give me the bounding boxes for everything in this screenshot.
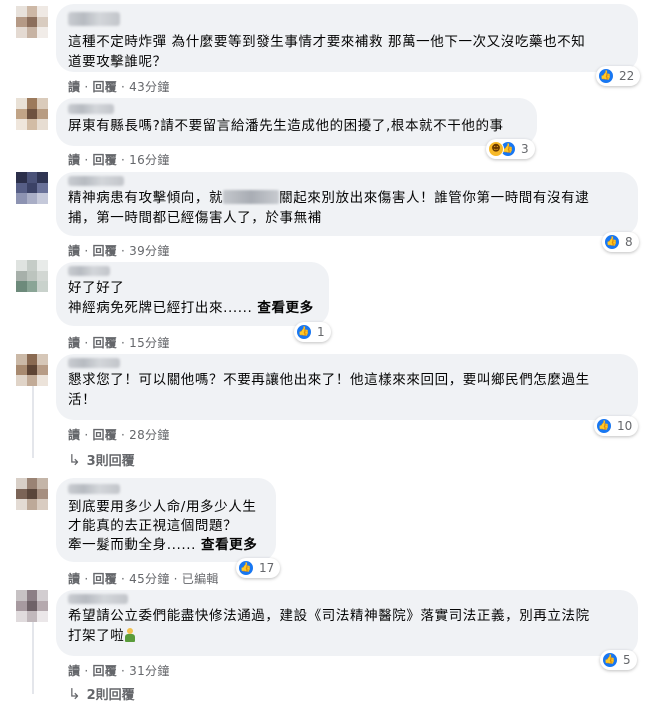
- avatar[interactable]: [16, 6, 48, 38]
- author-name-redacted[interactable]: [68, 266, 110, 276]
- comment-bubble: 這種不定時炸彈 為什麼要等到發生事情才要來補救 那萬一他下一次又沒吃藥也不知 道…: [56, 4, 638, 72]
- like-icon: 👍: [598, 68, 614, 84]
- comment-text: 到底要用多少人命/用多少人生 才能真的去正視這個問題？ 牽一髮而動全身.....…: [68, 499, 258, 553]
- person-emoji-icon: [124, 628, 136, 642]
- reaction-count[interactable]: 👍 17: [236, 558, 281, 578]
- comment-actions: 讀 · 回覆 · 31分鐘: [68, 664, 170, 678]
- comment-bubble: 希望請公立委們能盡快修法通過，建設《司法精神醫院》落實司法正義，別再立法院 打架…: [56, 590, 638, 656]
- comment-bubble: 懇求您了！可以關他嗎？不要再讓他出來了！他這樣來來回回，要叫鄉民們怎麼過生 活！: [56, 354, 638, 420]
- like-icon: 👍: [602, 652, 618, 668]
- comment-actions: 讀 · 回覆 · 16分鐘: [68, 153, 170, 167]
- read-link[interactable]: 讀: [68, 572, 80, 586]
- redacted-name: [223, 190, 280, 204]
- reaction-count[interactable]: 👍 1: [294, 322, 331, 342]
- read-link[interactable]: 讀: [68, 153, 80, 167]
- comment-bubble: 屏東有縣長嗎?請不要留言給潘先生造成他的困擾了,根本就不干他的事: [56, 98, 537, 146]
- reply-link[interactable]: 回覆: [92, 80, 117, 94]
- read-link[interactable]: 讀: [68, 80, 80, 94]
- timestamp[interactable]: 15分鐘: [129, 336, 169, 350]
- read-link[interactable]: 讀: [68, 244, 80, 258]
- reaction-count[interactable]: 👍 5: [600, 650, 637, 670]
- reaction-count[interactable]: 👍 10: [594, 416, 639, 436]
- like-icon: 👍: [296, 324, 312, 340]
- avatar[interactable]: [16, 172, 48, 204]
- read-link[interactable]: 讀: [68, 664, 80, 678]
- comment-actions: 讀 · 回覆 · 15分鐘: [68, 336, 170, 350]
- author-name-redacted[interactable]: [68, 176, 124, 186]
- author-name-redacted[interactable]: [68, 358, 120, 368]
- avatar[interactable]: [16, 590, 48, 622]
- comment-actions: 讀 · 回覆 · 39分鐘: [68, 244, 170, 258]
- author-name-redacted[interactable]: [68, 104, 114, 114]
- reply-link[interactable]: 回覆: [92, 664, 117, 678]
- view-replies-link[interactable]: ↳ 3則回覆: [68, 450, 135, 470]
- reply-link[interactable]: 回覆: [92, 244, 117, 258]
- comment-text: 屏東有縣長嗎?請不要留言給潘先生造成他的困擾了,根本就不干他的事: [68, 118, 504, 134]
- author-name-redacted[interactable]: [68, 484, 120, 494]
- timestamp[interactable]: 43分鐘: [129, 80, 169, 94]
- avatar[interactable]: [16, 354, 48, 386]
- reaction-count[interactable]: ☻ 👍 3: [486, 139, 535, 159]
- author-name-redacted[interactable]: [68, 594, 128, 604]
- comment-text: 希望請公立委們能盡快修法通過，建設《司法精神醫院》落實司法正義，別再立法院 打架…: [68, 608, 590, 644]
- author-name-redacted[interactable]: [68, 12, 120, 26]
- comment-actions: 讀 · 回覆 · 45分鐘 · 已編輯: [68, 572, 219, 586]
- reply-arrow-icon: ↳: [68, 684, 81, 703]
- comment-bubble: 好了好了 神經病免死牌已經打出來...... 查看更多: [56, 262, 329, 326]
- reply-arrow-icon: ↳: [68, 450, 81, 469]
- reply-link[interactable]: 回覆: [92, 572, 117, 586]
- like-icon: 👍: [238, 560, 254, 576]
- like-icon: 👍: [596, 418, 612, 434]
- thread-line: [32, 622, 34, 694]
- reply-link[interactable]: 回覆: [92, 428, 117, 442]
- comment-actions: 讀 · 回覆 · 28分鐘: [68, 428, 170, 442]
- comment-text: 這種不定時炸彈 為什麼要等到發生事情才要來補救 那萬一他下一次又沒吃藥也不知 道…: [68, 34, 586, 70]
- avatar[interactable]: [16, 478, 48, 510]
- see-more-link[interactable]: 查看更多: [201, 537, 257, 553]
- comment-text: 懇求您了！可以關他嗎？不要再讓他出來了！他這樣來來回回，要叫鄉民們怎麼過生 活！: [68, 372, 590, 408]
- see-more-link[interactable]: 查看更多: [257, 300, 313, 316]
- comment-bubble: 到底要用多少人命/用多少人生 才能真的去正視這個問題？ 牽一髮而動全身.....…: [56, 478, 276, 562]
- comment-text: 好了好了 神經病免死牌已經打出來...... 查看更多: [68, 280, 314, 316]
- haha-icon: ☻: [488, 141, 504, 157]
- comment-text: 精神病患有攻擊傾向，就 關起來別放出來傷害人！誰管你第一時間有沒有逮 捕，第一時間…: [68, 190, 590, 226]
- reaction-count[interactable]: 👍 22: [596, 66, 641, 86]
- timestamp[interactable]: 45分鐘: [129, 572, 169, 586]
- reply-link[interactable]: 回覆: [92, 336, 117, 350]
- avatar[interactable]: [16, 98, 48, 130]
- timestamp[interactable]: 16分鐘: [129, 153, 169, 167]
- thread-line: [32, 386, 34, 458]
- read-link[interactable]: 讀: [68, 428, 80, 442]
- timestamp[interactable]: 28分鐘: [129, 428, 169, 442]
- timestamp[interactable]: 31分鐘: [129, 664, 169, 678]
- reply-link[interactable]: 回覆: [92, 153, 117, 167]
- read-link[interactable]: 讀: [68, 336, 80, 350]
- comment-actions: 讀 · 回覆 · 43分鐘: [68, 80, 170, 94]
- view-replies-link[interactable]: ↳ 2則回覆: [68, 684, 135, 704]
- comment-bubble: 精神病患有攻擊傾向，就 關起來別放出來傷害人！誰管你第一時間有沒有逮 捕，第一時間…: [56, 172, 638, 236]
- edited-label: 已編輯: [181, 572, 219, 586]
- reaction-count[interactable]: 👍 8: [602, 232, 639, 252]
- timestamp[interactable]: 39分鐘: [129, 244, 169, 258]
- avatar[interactable]: [16, 260, 48, 292]
- like-icon: 👍: [604, 234, 620, 250]
